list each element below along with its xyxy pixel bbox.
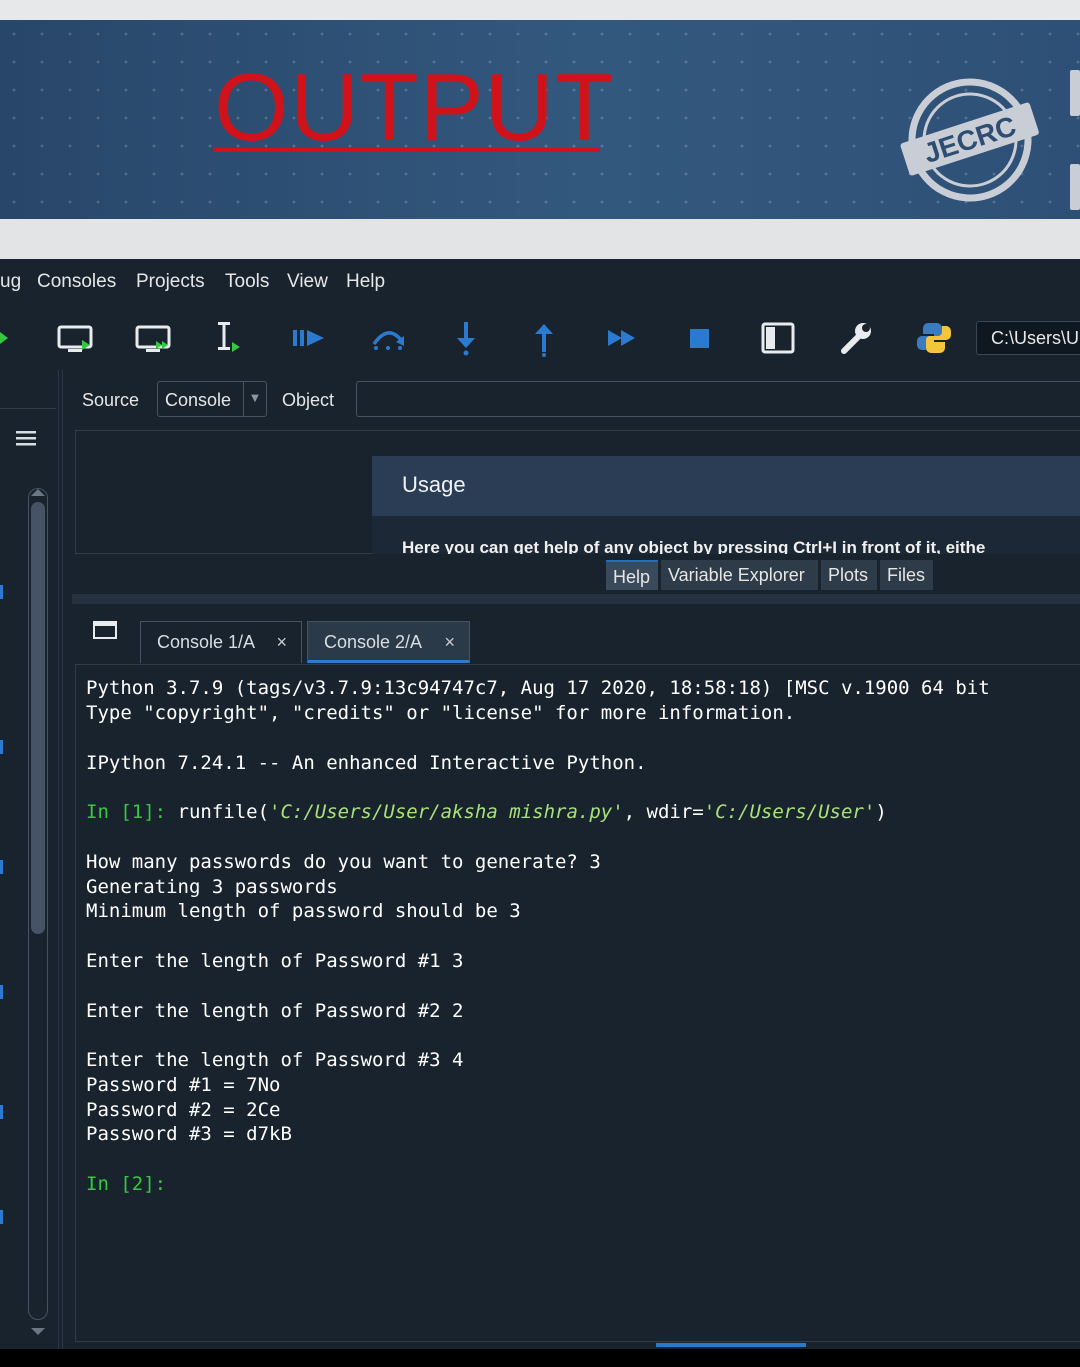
source-label: Source — [82, 390, 140, 410]
status-accent — [656, 1343, 806, 1347]
console-line-python-version: Python 3.7.9 (tags/v3.7.9:13c94747c7, Au… — [86, 677, 990, 699]
cmd-part: runfile( — [166, 801, 270, 823]
console-output-line: Password #1 = 7No — [86, 1074, 281, 1096]
working-directory-field[interactable]: C:\Users\U — [976, 321, 1080, 355]
scroll-down-arrow-icon[interactable] — [28, 1324, 48, 1338]
step-over-icon[interactable] — [368, 318, 408, 358]
menu-help[interactable]: Help — [346, 270, 385, 294]
debug-icon[interactable] — [290, 318, 330, 358]
bottom-bar — [0, 1349, 1080, 1367]
run-cell-icon[interactable] — [56, 318, 96, 358]
console-line-runfile: In [1]: runfile('C:/Users/User/aksha mis… — [86, 800, 887, 824]
source-select-value: Console — [165, 390, 232, 410]
maximize-pane-icon[interactable] — [758, 318, 798, 358]
chevron-down-icon[interactable]: ▼ — [243, 382, 266, 416]
slide-top-strip — [0, 0, 1080, 20]
tab-console-1-label: Console 1/A — [157, 632, 256, 652]
object-label: Object — [282, 390, 335, 410]
menu-consoles[interactable]: Consoles — [37, 270, 116, 294]
tab-variable-explorer[interactable]: Variable Explorer — [661, 560, 818, 590]
console-prompt: In [1]: — [86, 801, 167, 823]
console-line-type-info: Type "copyright", "credits" or "license"… — [86, 702, 796, 724]
menu-debug[interactable]: ug — [0, 270, 21, 294]
editor-marker — [0, 985, 3, 999]
pane-divider[interactable] — [72, 594, 1080, 604]
tab-console-1[interactable]: Console 1/A × — [140, 621, 302, 663]
console-prompt[interactable]: In [2]: — [86, 1172, 166, 1196]
console-output-line: Minimum length of password should be 3 — [86, 900, 521, 922]
slide-banner: OUTPUT JECRC — [0, 20, 1080, 219]
pane-splitter[interactable] — [62, 370, 73, 1350]
console-output-line: Enter the length of Password #2 2 — [86, 1000, 464, 1022]
banner-edge-graphic — [1070, 70, 1080, 210]
options-menu-icon[interactable] — [14, 428, 40, 448]
python-path-icon[interactable] — [914, 318, 954, 358]
cmd-part: ) — [875, 801, 887, 823]
usage-text: Here you can get help of any object by p… — [402, 538, 986, 554]
slide-gap-strip — [0, 219, 1080, 259]
banner-title: OUTPUT — [214, 54, 615, 161]
editor-marker — [0, 585, 3, 599]
tab-console-2[interactable]: Console 2/A × — [307, 621, 470, 663]
usage-text-clip: Here you can get help of any object by p… — [372, 516, 1080, 554]
preferences-wrench-icon[interactable] — [836, 318, 876, 358]
run-selection-icon[interactable] — [212, 318, 252, 358]
usage-card-header — [372, 456, 1080, 516]
editor-marker — [0, 860, 3, 874]
console-output-line: Password #2 = 2Ce — [86, 1099, 281, 1121]
menu-projects[interactable]: Projects — [136, 270, 205, 294]
run-cell-advance-icon[interactable] — [134, 318, 174, 358]
left-scrollbar-thumb[interactable] — [31, 502, 45, 934]
close-icon[interactable]: × — [444, 622, 455, 662]
undock-window-icon[interactable] — [92, 620, 118, 640]
stop-icon[interactable] — [680, 318, 720, 358]
object-input[interactable] — [356, 381, 1080, 417]
jecrc-seal-logo: JECRC — [900, 78, 1039, 202]
step-return-icon[interactable] — [524, 318, 564, 358]
console-output-line: Enter the length of Password #1 3 — [86, 950, 464, 972]
console-output-line: How many passwords do you want to genera… — [86, 851, 601, 873]
menu-tools[interactable]: Tools — [225, 270, 269, 294]
left-panel-divider — [0, 408, 56, 409]
console-line-ipython-version: IPython 7.24.1 -- An enhanced Interactiv… — [86, 752, 647, 774]
banner-title-underline — [214, 148, 600, 152]
step-into-icon[interactable] — [446, 318, 486, 358]
editor-marker — [0, 1105, 3, 1119]
seal-text: JECRC — [920, 110, 1020, 169]
menu-view[interactable]: View — [287, 270, 328, 294]
console-output-line: Generating 3 passwords — [86, 876, 338, 898]
cmd-string: 'C:/Users/User/aksha mishra.py' — [269, 801, 624, 823]
console-output-line: Password #3 = d7kB — [86, 1123, 292, 1145]
tab-help[interactable]: Help — [606, 560, 658, 590]
editor-marker — [0, 740, 3, 754]
cmd-part: , wdir= — [623, 801, 704, 823]
tab-plots[interactable]: Plots — [821, 560, 877, 590]
run-file-icon[interactable] — [0, 318, 22, 358]
tab-console-2-label: Console 2/A — [324, 632, 423, 652]
continue-icon[interactable] — [602, 318, 642, 358]
editor-marker — [0, 1210, 3, 1224]
close-icon[interactable]: × — [276, 622, 287, 662]
console-output-line: Enter the length of Password #3 4 — [86, 1049, 464, 1071]
cmd-string: 'C:/Users/User' — [703, 801, 876, 823]
usage-title: Usage — [402, 472, 466, 497]
tab-files[interactable]: Files — [880, 560, 933, 590]
